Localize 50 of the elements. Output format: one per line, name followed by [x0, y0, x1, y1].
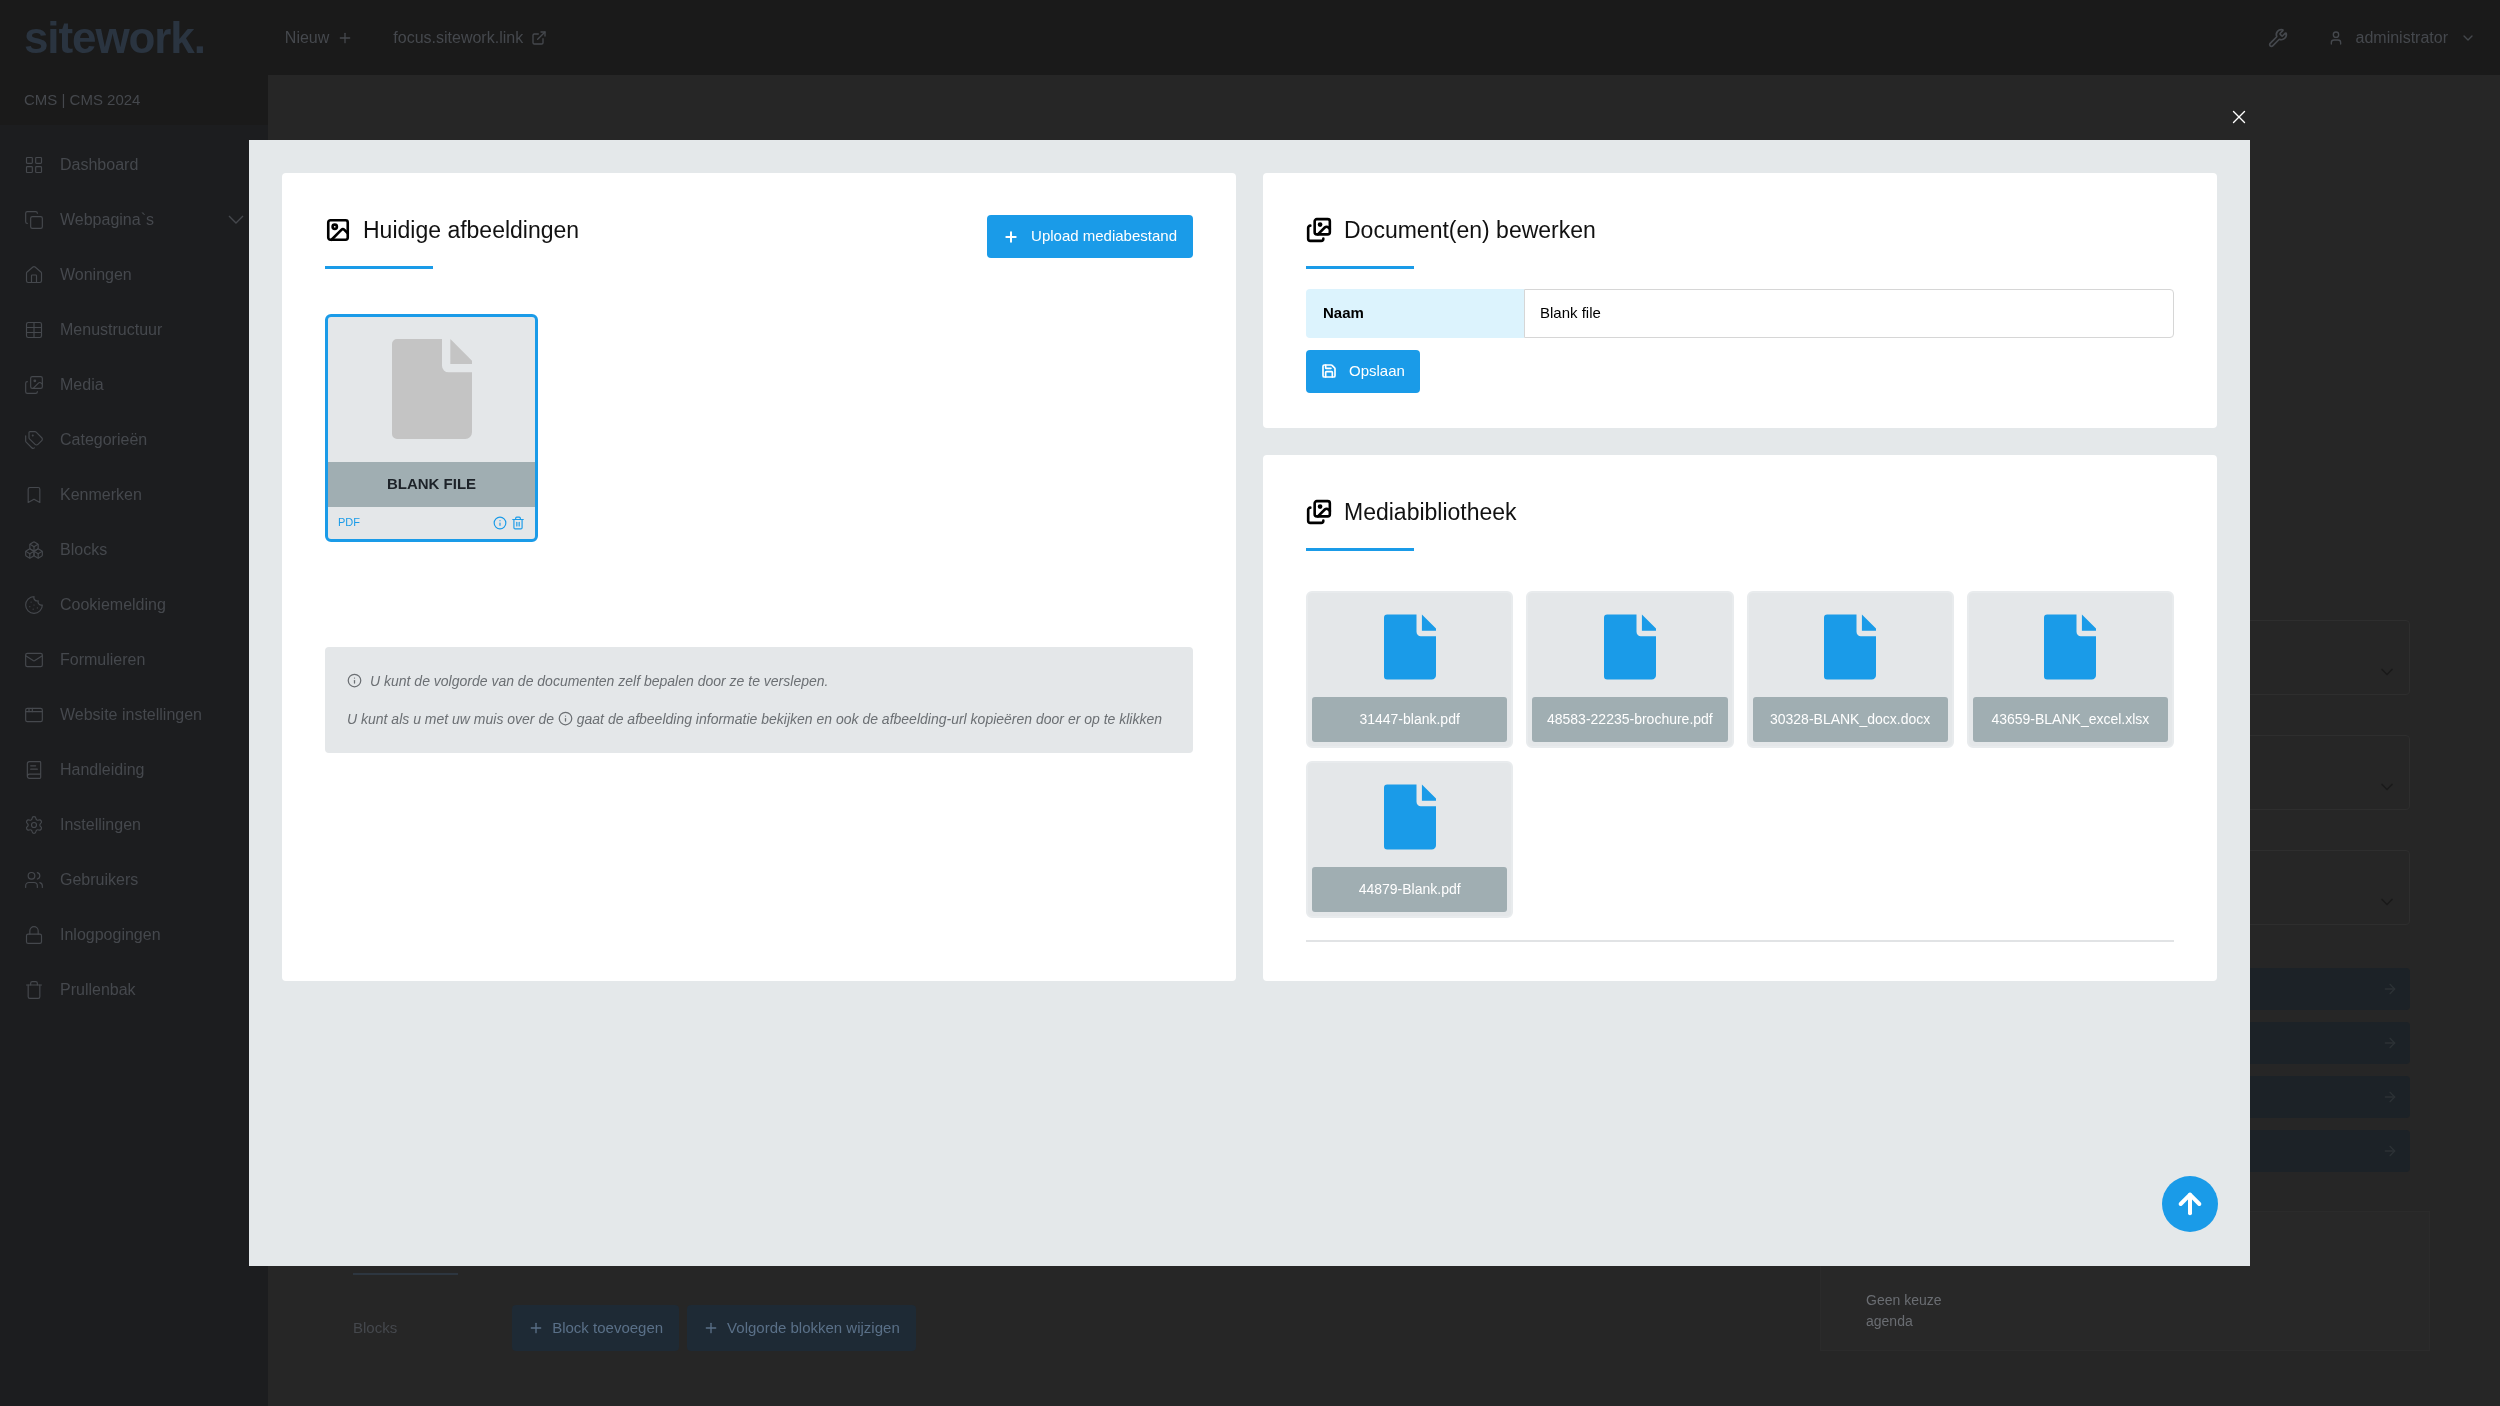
info-text: gaat de afbeelding informatie bekijken en ook de afbeelding-url kopieëren door er op te klikken — [576, 710, 1163, 727]
users-icon — [24, 869, 44, 890]
settings-icon — [24, 814, 44, 835]
image-icon — [325, 217, 351, 244]
info-icon — [557, 710, 573, 726]
boxes-icon — [24, 539, 44, 560]
media-file-name: 31447-blank.pdf — [1312, 696, 1508, 742]
image-icon — [1306, 499, 1332, 526]
wrench-icon[interactable] — [2267, 27, 2288, 48]
background-button[interactable]: Block toevoegen — [512, 1305, 680, 1351]
table-icon — [24, 319, 44, 340]
media-card[interactable]: 48583-22235-brochure.pdf — [1526, 590, 1734, 748]
panel-title: Mediabibliotheek — [1344, 498, 1517, 527]
book-icon — [24, 759, 44, 780]
save-icon — [1321, 363, 1337, 379]
media-card[interactable]: 43659-BLANK_excel.xlsx — [1966, 590, 2174, 748]
name-field[interactable]: Blank file — [1524, 288, 2174, 338]
save-button[interactable]: Opslaan — [1306, 349, 1420, 393]
panel-title: Huidige afbeeldingen — [363, 216, 580, 245]
media-file-name: 30328-BLANK_docx.docx — [1752, 696, 1948, 742]
file-card[interactable]: BLANK FILE PDF — [325, 313, 538, 542]
cookie-icon — [24, 594, 44, 615]
info-text: U kunt de volgorde van de documenten zelf bepalen door ze te verslepen. — [370, 671, 829, 691]
panel-title: Document(en) bewerken — [1344, 216, 1596, 245]
tags-icon — [24, 429, 44, 450]
media-file-name: 43659-BLANK_excel.xlsx — [1972, 696, 2168, 742]
external-link-icon — [531, 29, 548, 46]
lock-icon — [24, 924, 44, 945]
pages-icon — [24, 209, 44, 230]
trash-icon — [24, 979, 44, 1000]
media-file-name: 44879-Blank.pdf — [1312, 866, 1508, 912]
info-icon[interactable] — [493, 515, 507, 530]
file-type: PDF — [338, 515, 360, 531]
info-text: U kunt als u met uw muis over de — [347, 710, 554, 727]
media-file-name: 48583-22235-brochure.pdf — [1532, 696, 1728, 742]
info-icon — [347, 673, 362, 688]
delete-icon[interactable] — [511, 515, 525, 530]
image-icon — [1306, 217, 1332, 244]
file-name-bar: BLANK FILE — [328, 461, 535, 507]
background-button[interactable]: Volgorde blokken wijzigen — [687, 1305, 916, 1351]
upload-button[interactable]: Upload mediabestand — [987, 215, 1193, 258]
media-card[interactable]: 31447-blank.pdf — [1306, 590, 1514, 748]
grid-icon — [24, 154, 44, 175]
media-card[interactable]: 30328-BLANK_docx.docx — [1746, 590, 1954, 748]
media-card[interactable]: 44879-Blank.pdf — [1306, 760, 1514, 918]
agenda-note: Geen keuze agenda — [1866, 1291, 1943, 1331]
house-icon — [24, 264, 44, 285]
document-icon — [391, 336, 472, 442]
field-label: Naam — [1306, 288, 1524, 338]
images-icon — [24, 374, 44, 395]
